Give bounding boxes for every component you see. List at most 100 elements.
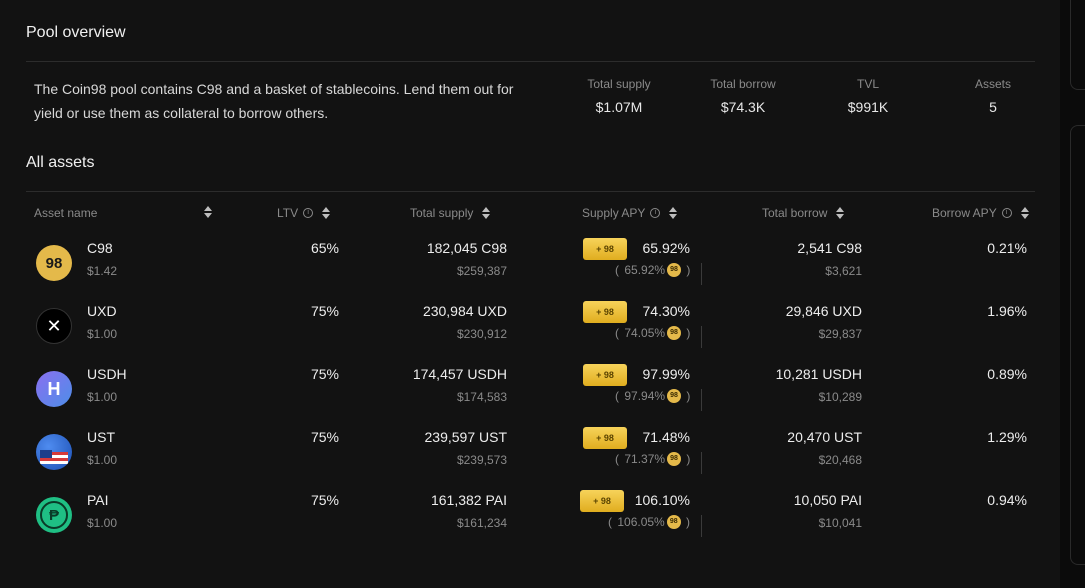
total-borrow: 10,050 PAI <box>793 492 862 508</box>
stat-total-supply: Total supply $1.07M <box>575 77 663 115</box>
asset-symbol: PAI <box>87 492 109 508</box>
c98-icon: 98 <box>666 515 681 529</box>
c98-icon: 98 <box>667 326 682 340</box>
divider <box>26 61 1035 62</box>
stat-value: $1.07M <box>595 99 643 115</box>
asset-symbol: UST <box>87 429 115 445</box>
total-borrow: 29,846 UXD <box>785 303 862 319</box>
column-header-total-borrow[interactable]: Total borrow <box>762 206 845 220</box>
base-apy: ( 97.94% 98 ) <box>615 389 691 403</box>
stat-value: 5 <box>989 99 997 115</box>
us-flag-icon <box>40 450 68 464</box>
ltv-value: 75% <box>310 492 339 508</box>
base-apy-value: 65.92% <box>624 263 666 277</box>
total-supply-usd: $259,387 <box>456 264 507 278</box>
side-panel-edge <box>1060 0 1085 588</box>
supply-apy: 65.92% <box>642 240 690 256</box>
total-supply-usd: $161,234 <box>456 516 507 530</box>
asset-symbol: USDH <box>87 366 127 382</box>
asset-symbol: C98 <box>87 240 113 256</box>
sort-icon <box>482 207 491 219</box>
total-supply: 182,045 C98 <box>426 240 507 256</box>
base-apy: ( 106.05% 98 ) <box>608 515 691 529</box>
table-row[interactable]: UST $1.00 75% 239,597 UST $239,573 + 98 … <box>0 426 1060 489</box>
table-row[interactable]: ₱ PAI $1.00 75% 161,382 PAI $161,234 + 9… <box>0 489 1060 552</box>
borrow-apy: 1.29% <box>987 429 1027 445</box>
stat-label: Assets <box>974 77 1011 91</box>
total-borrow-usd: $3,621 <box>825 264 862 278</box>
column-header-supply-apy[interactable]: Supply APY i <box>582 206 678 220</box>
asset-price: $1.00 <box>87 516 118 530</box>
main-panel: Pool overview The Coin98 pool contains C… <box>0 0 1060 588</box>
sort-icon <box>322 207 331 219</box>
borrow-apy: 0.94% <box>987 492 1027 508</box>
supply-apy: 97.99% <box>642 366 690 382</box>
asset-price: $1.00 <box>87 390 118 404</box>
base-apy-value: 106.05% <box>617 515 665 529</box>
column-label: Total borrow <box>762 206 828 220</box>
stat-tvl: TVL $991K <box>838 77 898 115</box>
stat-value: $991K <box>847 99 889 115</box>
ltv-value: 75% <box>310 303 339 319</box>
divider <box>701 389 702 411</box>
pool-overview-title: Pool overview <box>26 24 126 41</box>
boost-badge[interactable]: + 98 <box>583 301 627 323</box>
sort-icon <box>836 207 845 219</box>
supply-apy: 106.10% <box>634 492 690 508</box>
stat-assets: Assets 5 <box>966 77 1020 115</box>
total-supply: 239,597 UST <box>424 429 508 445</box>
boost-badge[interactable]: + 98 <box>583 238 627 260</box>
total-supply-usd: $230,912 <box>456 327 507 341</box>
boost-badge[interactable]: + 98 <box>583 427 627 449</box>
base-apy-value: 74.05% <box>624 326 666 340</box>
stat-label: Total borrow <box>710 77 776 91</box>
divider <box>26 191 1035 192</box>
boost-badge[interactable]: + 98 <box>580 490 624 512</box>
column-header-borrow-apy[interactable]: Borrow APY i <box>932 206 1029 220</box>
info-icon[interactable]: i <box>1001 208 1012 218</box>
column-label: Supply APY <box>582 206 646 220</box>
c98-icon: 98 <box>667 389 682 403</box>
asset-symbol: UXD <box>87 303 117 319</box>
borrow-apy: 0.89% <box>987 366 1027 382</box>
sort-asset-name[interactable] <box>200 206 212 218</box>
total-borrow-usd: $29,837 <box>818 327 862 341</box>
column-header-ltv[interactable]: LTV i <box>277 206 331 220</box>
panel-border <box>1070 0 1085 90</box>
column-label: Total supply <box>410 206 474 220</box>
total-supply: 161,382 PAI <box>430 492 507 508</box>
asset-price: $1.00 <box>87 327 118 341</box>
total-supply: 230,984 UXD <box>422 303 507 319</box>
table-row[interactable]: 98 C98 $1.42 65% 182,045 C98 $259,387 + … <box>0 237 1060 300</box>
boost-badge[interactable]: + 98 <box>583 364 627 386</box>
supply-apy: 74.30% <box>642 303 690 319</box>
column-label: LTV <box>277 206 299 220</box>
base-apy-value: 97.94% <box>624 389 666 403</box>
ltv-value: 75% <box>310 366 339 382</box>
column-header-asset-name[interactable]: Asset name <box>34 206 97 220</box>
base-apy-value: 71.37% <box>624 452 666 466</box>
total-borrow-usd: $20,468 <box>818 453 862 467</box>
sort-icon <box>669 207 678 219</box>
table-row[interactable]: ✕ UXD $1.00 75% 230,984 UXD $230,912 + 9… <box>0 300 1060 363</box>
base-apy: ( 74.05% 98 ) <box>615 326 691 340</box>
stat-total-borrow: Total borrow $74.3K <box>700 77 786 115</box>
uxd-icon: ✕ <box>36 308 72 344</box>
sort-icon <box>1020 207 1029 219</box>
all-assets-title: All assets <box>26 154 95 171</box>
ltv-value: 75% <box>310 429 339 445</box>
info-icon[interactable]: i <box>650 208 661 218</box>
total-borrow-usd: $10,041 <box>818 516 862 530</box>
sort-icon <box>204 206 212 218</box>
column-header-total-supply[interactable]: Total supply <box>410 206 491 220</box>
total-supply: 174,457 USDH <box>412 366 507 382</box>
c98-icon: 98 <box>667 452 682 466</box>
table-row[interactable]: H USDH $1.00 75% 174,457 USDH $174,583 +… <box>0 363 1060 426</box>
divider <box>701 263 702 285</box>
stat-label: TVL <box>856 77 879 91</box>
total-supply-usd: $174,583 <box>456 390 507 404</box>
info-icon[interactable]: i <box>303 208 314 218</box>
borrow-apy: 0.21% <box>987 240 1027 256</box>
asset-price: $1.00 <box>87 453 118 467</box>
usdh-icon: H <box>36 371 72 407</box>
